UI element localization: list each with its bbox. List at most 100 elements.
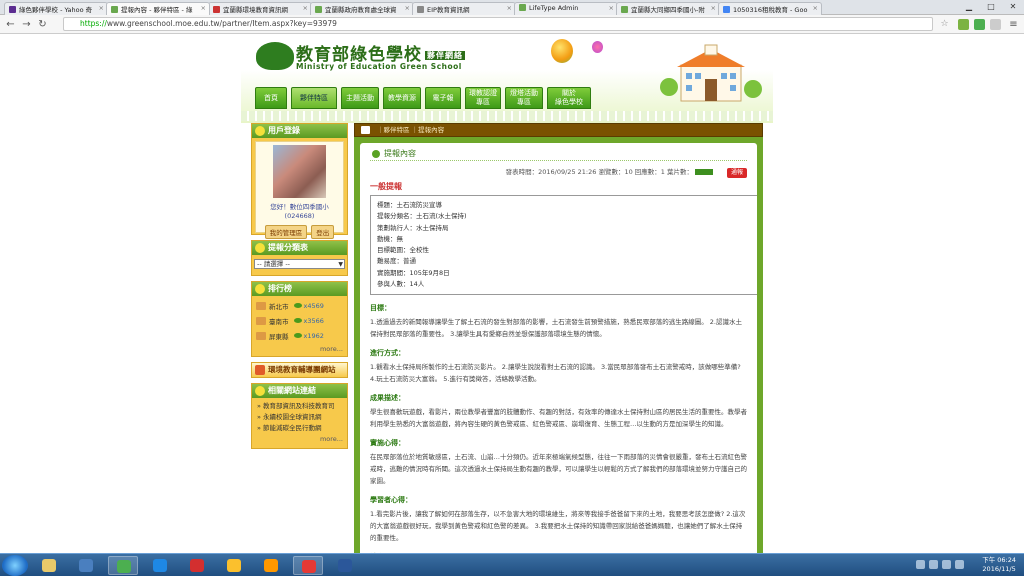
- tray-icon[interactable]: [929, 560, 938, 569]
- close-tab-icon[interactable]: ×: [201, 4, 206, 12]
- school-bus-icon: [256, 331, 266, 340]
- category-select-value: -- 請選擇 --: [257, 260, 291, 268]
- breadcrumb-item[interactable]: 夥伴特區: [384, 126, 410, 134]
- tray-icon[interactable]: [942, 560, 951, 569]
- nav-item[interactable]: 燈塔活動 專區: [505, 87, 543, 109]
- logout-button[interactable]: 登出: [311, 225, 335, 239]
- info-line: 目標範圍：全校性: [377, 246, 429, 255]
- login-header: 用戶登錄: [252, 124, 347, 138]
- maximize-icon[interactable]: □: [980, 0, 1002, 14]
- ranking-more-link[interactable]: more...: [252, 345, 347, 353]
- tray-icon[interactable]: [916, 560, 925, 569]
- env-edu-link[interactable]: 環境教育輔導團網站: [268, 365, 336, 374]
- taskbar-app[interactable]: [108, 556, 138, 575]
- section-text: 學生很喜歡玩遊戲，看影片，兩位教學者豐富的肢體動作、有趣的對話，有效率的傳達水土…: [370, 408, 747, 429]
- close-tab-icon[interactable]: ×: [405, 4, 410, 12]
- opera-icon: [190, 559, 204, 572]
- close-tab-icon[interactable]: ×: [609, 4, 614, 12]
- related-link[interactable]: » 永續校園全球資訊網: [257, 412, 342, 423]
- ranking-title: 排行榜: [268, 284, 292, 293]
- nav-item[interactable]: 首頁: [255, 87, 287, 109]
- home-icon[interactable]: [361, 126, 370, 134]
- taskbar-app[interactable]: [71, 556, 101, 575]
- ranking-count: x4569: [303, 301, 324, 310]
- menu-icon[interactable]: ≡: [1007, 18, 1020, 31]
- vlc-icon: [264, 559, 278, 572]
- page-icon: [315, 6, 322, 13]
- back-icon[interactable]: ←: [4, 18, 17, 31]
- balloon-icon: [551, 39, 573, 63]
- links-header: 相關網站連結: [252, 384, 347, 398]
- browser-tab[interactable]: 提報內容 - 夥伴特區 - 綠 ×: [106, 2, 210, 15]
- section-text: 在民眾部落位於地質敏感區，土石流、山崩…十分頻仍。近年來極端氣候型態，往往一下雨…: [370, 453, 747, 486]
- start-button[interactable]: [2, 555, 28, 576]
- site-title-suffix: 夥伴網絡: [425, 51, 465, 60]
- close-tab-icon[interactable]: ×: [813, 4, 818, 12]
- close-tab-icon[interactable]: ×: [99, 4, 104, 12]
- close-tab-icon[interactable]: ×: [711, 4, 716, 12]
- extension-icon[interactable]: [990, 19, 1001, 30]
- post-meta-text: 發表時間：2016/09/25 21:26 瀏覽數：10 回應數：1 葉片數：: [505, 168, 693, 176]
- nav-item[interactable]: 教學資源: [383, 87, 421, 109]
- related-link[interactable]: » 教育部資訊及科技教育司: [257, 401, 342, 412]
- url-input[interactable]: https://www.greenschool.moe.edu.tw/partn…: [63, 17, 933, 31]
- tree-logo-icon: [256, 42, 294, 70]
- section-title: 一般提報: [370, 182, 402, 191]
- minimize-icon[interactable]: ▁: [958, 0, 980, 14]
- login-box: 用戶登錄 您好！數位四季國小 (024668) 我的管理區 登出: [251, 123, 348, 239]
- my-admin-button[interactable]: 我的管理區: [264, 225, 308, 239]
- category-select[interactable]: -- 請選擇 -- ▼: [254, 259, 345, 269]
- taskbar: 下午 06:24 2016/11/5: [0, 553, 1024, 576]
- sidebar: 用戶登錄 您好！數位四季國小 (024668) 我的管理區 登出 提報分類表 -…: [251, 123, 348, 553]
- url-text: www.greenschool.moe.edu.tw/partner/Item.…: [106, 19, 337, 28]
- star-icon[interactable]: ☆: [938, 18, 951, 31]
- close-icon[interactable]: ✕: [1002, 0, 1024, 14]
- ranking-item[interactable]: 屏東縣 x1962: [256, 328, 343, 343]
- related-link[interactable]: » 節能減碳全民行動網: [257, 423, 342, 434]
- browser-tab[interactable]: EIP教育資訊網 ×: [412, 2, 516, 15]
- browser-tab[interactable]: LifeType Admin ×: [514, 2, 618, 15]
- browser-tab[interactable]: 宜蘭縣大同鄉四季國小-附 ×: [616, 2, 720, 15]
- report-button[interactable]: 通報: [726, 168, 747, 178]
- browser-tab[interactable]: 綠色夥伴學校 - Yahoo 奇 ×: [4, 2, 108, 15]
- section-heading: 實施心得：: [370, 439, 405, 448]
- taskbar-app[interactable]: [145, 556, 175, 575]
- extension-icon[interactable]: [974, 19, 985, 30]
- taskbar-app[interactable]: [219, 556, 249, 575]
- forward-icon[interactable]: →: [20, 18, 33, 31]
- nav-item[interactable]: 環教認證 專區: [465, 87, 501, 109]
- main-content: ｜夥伴特區 ｜提報內容 提報內容 發表時間：2016/09/25 21:26 瀏…: [354, 123, 763, 559]
- taskbar-app[interactable]: [293, 556, 323, 575]
- nav-item[interactable]: 夥伴特區: [291, 87, 337, 109]
- browser-tab[interactable]: 宜蘭縣環境教育資訊網 ×: [208, 2, 312, 15]
- url-scheme: https://: [80, 19, 107, 28]
- tab-label: 宜蘭縣環境教育資訊網: [223, 6, 288, 14]
- login-title: 用戶登錄: [268, 126, 300, 135]
- tray-icon[interactable]: [955, 560, 964, 569]
- tab-label: 1050316租稅教育 - Goo: [733, 6, 808, 14]
- leaf-icon[interactable]: [694, 169, 713, 175]
- clock-date: 2016/11/5: [982, 565, 1016, 573]
- links-more-link[interactable]: more...: [252, 435, 347, 443]
- browser-tab[interactable]: 宜蘭縣政府教育處全球資 ×: [310, 2, 414, 15]
- browser-tab[interactable]: 1050316租稅教育 - Goo ×: [718, 2, 822, 15]
- taskbar-app[interactable]: [256, 556, 286, 575]
- close-tab-icon[interactable]: ×: [303, 4, 308, 12]
- close-tab-icon[interactable]: ×: [507, 4, 512, 12]
- ranking-item[interactable]: 新北市 x4569: [256, 298, 343, 313]
- clock[interactable]: 下午 06:24 2016/11/5: [982, 556, 1016, 574]
- info-line: 策劃執行人：水土保持局: [377, 223, 449, 232]
- browser-tab-bar: 綠色夥伴學校 - Yahoo 奇 × 提報內容 - 夥伴特區 - 綠 × 宜蘭縣環境教育…: [0, 0, 1024, 15]
- nav-item[interactable]: 電子報: [425, 87, 461, 109]
- reload-icon[interactable]: ↻: [36, 18, 49, 31]
- taskbar-app[interactable]: [182, 556, 212, 575]
- book-icon: [255, 365, 265, 375]
- taskbar-app[interactable]: [330, 556, 360, 575]
- env-edu-link-box[interactable]: 環境教育輔導團網站: [251, 362, 348, 378]
- taskbar-app[interactable]: [34, 556, 64, 575]
- nav-item[interactable]: 主題活動: [341, 87, 379, 109]
- nav-item[interactable]: 關於 綠色學校: [547, 87, 591, 109]
- ranking-count: x1962: [303, 331, 324, 340]
- ranking-item[interactable]: 臺南市 x3566: [256, 313, 343, 328]
- extension-icon[interactable]: [958, 19, 969, 30]
